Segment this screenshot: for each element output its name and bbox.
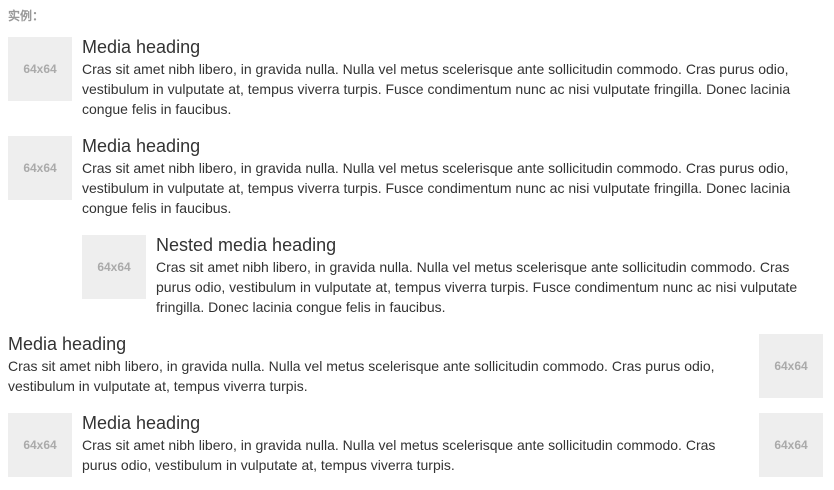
- media-thumbnail: 64x64: [759, 334, 823, 398]
- media-text: Cras sit amet nibh libero, in gravida nu…: [82, 160, 791, 216]
- media-text: Cras sit amet nibh libero, in gravida nu…: [82, 437, 716, 473]
- media-thumbnail: 64x64: [82, 235, 146, 299]
- media-thumbnail-right: 64x64: [759, 413, 823, 477]
- media-text: Cras sit amet nibh libero, in gravida nu…: [82, 61, 791, 117]
- media-heading: Media heading: [82, 413, 201, 433]
- media-thumbnail: 64x64: [8, 37, 72, 101]
- media-heading: Media heading: [8, 334, 127, 354]
- media-body: Media heading Cras sit amet nibh libero,…: [8, 334, 723, 396]
- media-body: Nested media heading Cras sit amet nibh …: [156, 235, 814, 317]
- media-item-1: 64x64 Media heading Cras sit amet nibh l…: [8, 37, 808, 119]
- media-body: Media heading Cras sit amet nibh libero,…: [82, 37, 808, 119]
- media-text: Cras sit amet nibh libero, in gravida nu…: [156, 259, 798, 315]
- media-body: Media heading Cras sit amet nibh libero,…: [82, 136, 808, 218]
- media-heading: Media heading: [82, 37, 201, 57]
- media-item-4: Media heading Cras sit amet nibh libero,…: [8, 334, 823, 398]
- media-heading: Nested media heading: [156, 235, 337, 255]
- example-label: 实例：: [8, 9, 45, 23]
- nested-media-item: 64x64 Nested media heading Cras sit amet…: [82, 235, 814, 317]
- media-thumbnail: 64x64: [8, 136, 72, 200]
- media-thumbnail-left: 64x64: [8, 413, 72, 477]
- media-body: Media heading Cras sit amet nibh libero,…: [82, 413, 723, 475]
- media-text: Cras sit amet nibh libero, in gravida nu…: [8, 358, 715, 394]
- media-heading: Media heading: [82, 136, 201, 156]
- media-item-5: 64x64 Media heading Cras sit amet nibh l…: [8, 413, 823, 477]
- media-item-2: 64x64 Media heading Cras sit amet nibh l…: [8, 136, 808, 218]
